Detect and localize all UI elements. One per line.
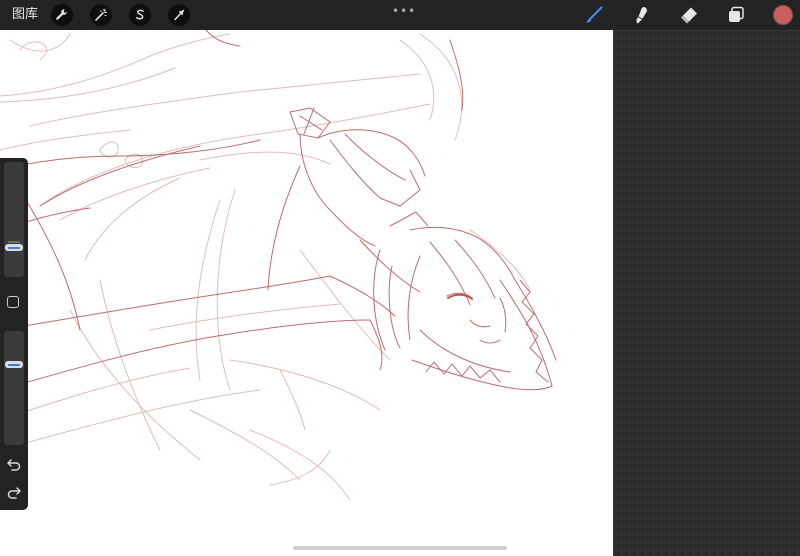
eraser-tool-button[interactable] (678, 4, 700, 26)
wrench-icon (56, 9, 67, 20)
opacity-slider[interactable] (4, 331, 24, 445)
drawing-canvas[interactable] (0, 30, 613, 556)
eraser-icon (681, 7, 697, 24)
color-picker-button[interactable] (773, 5, 793, 25)
gallery-button[interactable]: 图库 (12, 7, 38, 23)
square-modify-icon[interactable] (7, 296, 19, 308)
home-indicator (293, 546, 507, 550)
brush-size-slider[interactable] (4, 162, 24, 277)
top-toolbar: 图库 ••• (0, 0, 800, 30)
adjustments-button[interactable] (90, 4, 112, 26)
left-sidebar (0, 158, 28, 510)
selection-s-icon (136, 9, 144, 20)
reference-grid-panel (613, 30, 800, 556)
undo-icon[interactable] (6, 457, 22, 471)
opacity-handle[interactable] (5, 361, 23, 368)
brush-tool-button[interactable] (583, 4, 605, 26)
redo-icon[interactable] (6, 485, 22, 499)
more-options-button[interactable]: ••• (392, 4, 416, 18)
layers-button[interactable] (725, 4, 747, 26)
arrow-cursor-icon (174, 9, 185, 21)
magic-wand-icon (95, 8, 107, 21)
smudge-tool-button[interactable] (630, 4, 652, 26)
brush-size-handle[interactable] (5, 244, 23, 251)
size-notch (8, 241, 20, 243)
transform-button[interactable] (168, 4, 190, 26)
selection-button[interactable] (129, 4, 151, 26)
smudge-finger-icon (636, 6, 647, 24)
layers-icon (729, 6, 744, 22)
actions-button[interactable] (51, 4, 73, 26)
sketch-drawing (0, 30, 557, 501)
brush-icon (586, 6, 603, 23)
